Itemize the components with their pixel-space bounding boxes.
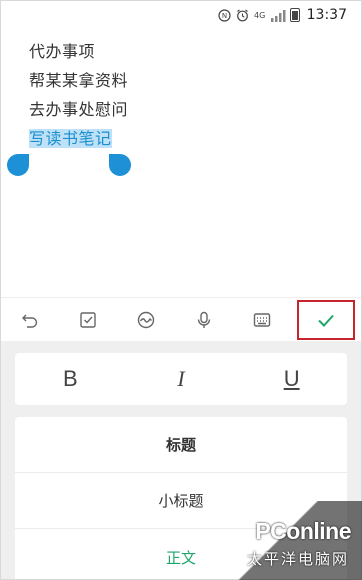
heading-option-title[interactable]: 标题 xyxy=(15,417,347,473)
undo-icon xyxy=(22,314,38,328)
checklist-icon xyxy=(80,311,96,328)
note-line[interactable]: 去办事处慰问 xyxy=(29,95,341,124)
note-line[interactable]: 帮某某拿资料 xyxy=(29,66,341,95)
drawing-icon xyxy=(137,311,155,328)
bold-button[interactable]: B xyxy=(40,359,100,399)
selection-handle-left[interactable] xyxy=(7,154,29,176)
status-bar: N 4G 13:37 xyxy=(1,1,361,29)
undo-button[interactable] xyxy=(7,300,53,340)
signal-icon xyxy=(270,9,286,22)
text-style-card: B I U xyxy=(15,353,347,405)
keyboard-button[interactable] xyxy=(239,300,285,340)
selection-handle-right[interactable] xyxy=(109,154,131,176)
watermark-subtitle: 太平洋电脑网 xyxy=(246,550,349,568)
watermark-logo: PConline xyxy=(255,518,351,544)
hd-icon: 4G xyxy=(253,10,266,20)
italic-button[interactable]: I xyxy=(151,359,211,399)
clock: 13:37 xyxy=(306,7,347,23)
note-line[interactable]: 代办事项 xyxy=(29,37,341,66)
editor-toolbar xyxy=(1,297,361,341)
svg-text:N: N xyxy=(222,12,227,20)
note-line-selected[interactable]: 写读书笔记 xyxy=(29,124,341,153)
confirm-button[interactable] xyxy=(297,299,355,340)
keyboard-icon xyxy=(253,312,271,327)
battery-icon xyxy=(289,8,300,22)
confirm-check-icon xyxy=(318,314,334,327)
underline-button[interactable]: U xyxy=(262,359,322,399)
watermark: PConline 太平洋电脑网 xyxy=(213,501,362,580)
checklist-button[interactable] xyxy=(65,300,111,340)
voice-input-button[interactable] xyxy=(181,300,227,340)
microphone-icon xyxy=(197,311,211,328)
note-editor[interactable]: 代办事项 帮某某拿资料 去办事处慰问 写读书笔记 xyxy=(29,37,341,153)
drawing-button[interactable] xyxy=(123,300,169,340)
nfc-icon: N xyxy=(218,8,232,22)
alarm-icon xyxy=(236,8,250,22)
